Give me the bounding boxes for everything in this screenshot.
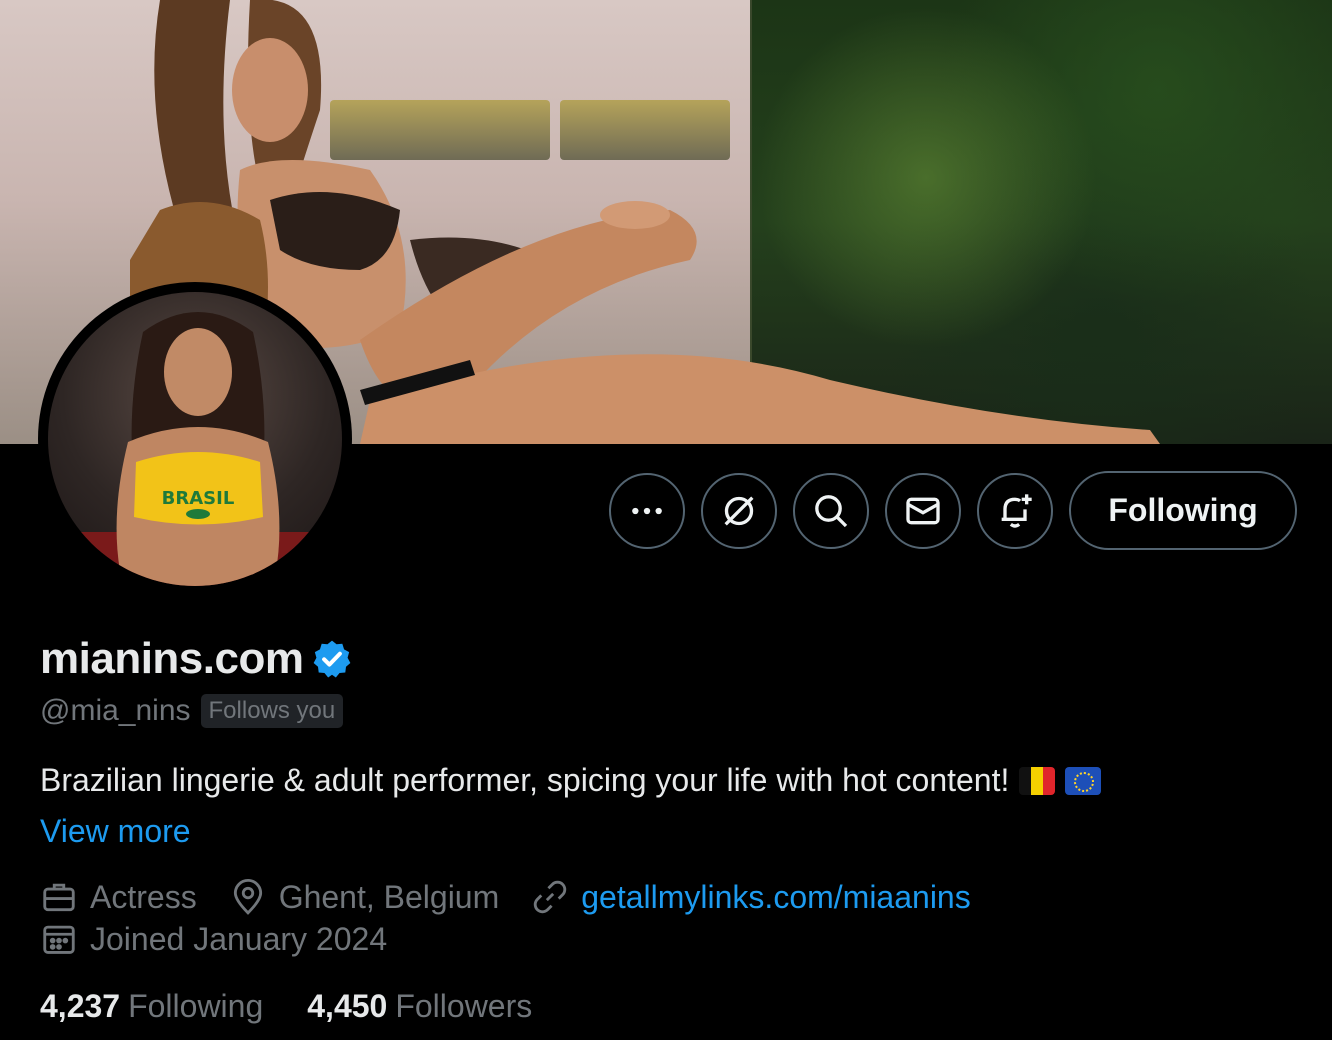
website-item: getallmylinks.com/miaanins xyxy=(531,878,971,916)
more-icon xyxy=(632,507,662,514)
website-link[interactable]: getallmylinks.com/miaanins xyxy=(581,879,970,916)
profile-avatar[interactable]: BRASIL xyxy=(38,282,352,596)
message-button[interactable] xyxy=(885,472,961,549)
followers-stat-link[interactable]: 4,450 Followers xyxy=(307,988,532,1025)
more-button[interactable] xyxy=(609,472,685,549)
grok-button[interactable] xyxy=(701,472,777,549)
profession-text: Actress xyxy=(90,878,197,915)
avatar-shirt-text: BRASIL xyxy=(162,488,235,509)
location-text: Ghent, Belgium xyxy=(278,878,500,915)
avatar-photo: BRASIL xyxy=(48,292,342,586)
location-item: Ghent, Belgium xyxy=(229,878,500,916)
profession-item: Actress xyxy=(40,878,197,916)
belgium-flag-icon xyxy=(1019,766,1056,795)
calendar-icon xyxy=(43,925,75,954)
profile-meta-row: Actress Ghent, Belgium getallmylinks.com… xyxy=(40,878,971,916)
link-icon xyxy=(534,880,567,914)
following-count: 4,237 xyxy=(40,988,121,1024)
joined-text: Joined January 2024 xyxy=(90,920,388,957)
verified-badge-icon[interactable] xyxy=(311,638,353,680)
eu-flag-icon xyxy=(1065,766,1102,795)
followers-label: Followers xyxy=(395,988,533,1024)
profile-handle: @mia_nins xyxy=(40,694,191,727)
following-button[interactable]: Following xyxy=(1069,471,1297,550)
joined-row: Joined January 2024 xyxy=(40,920,387,958)
following-stat-link[interactable]: 4,237 Following xyxy=(40,988,263,1025)
following-label: Following xyxy=(128,988,264,1024)
handle-row: @mia_nins Follows you xyxy=(40,694,344,728)
profile-actions: Following xyxy=(609,471,1297,550)
search-icon xyxy=(815,494,848,527)
bell-plus-icon xyxy=(1001,493,1032,528)
mail-icon xyxy=(906,497,940,524)
bio-text: Brazilian lingerie & adult performer, sp… xyxy=(40,762,1010,798)
follow-stats: 4,237 Following 4,450 Followers xyxy=(40,988,532,1025)
joined-item: Joined January 2024 xyxy=(40,920,387,958)
view-more-link[interactable]: View more xyxy=(40,813,191,850)
grok-icon xyxy=(724,495,754,526)
follows-you-badge: Follows you xyxy=(200,694,344,728)
notifications-button[interactable] xyxy=(977,472,1053,549)
location-pin-icon xyxy=(233,878,262,915)
search-profile-button[interactable] xyxy=(793,472,869,549)
profile-name-row: mianins.com xyxy=(40,634,353,684)
followers-count: 4,450 xyxy=(307,988,388,1024)
profile-bio: Brazilian lingerie & adult performer, sp… xyxy=(40,762,1102,799)
briefcase-icon xyxy=(43,883,75,912)
display-name: mianins.com xyxy=(40,634,304,683)
avatar-figure: BRASIL xyxy=(48,312,342,586)
